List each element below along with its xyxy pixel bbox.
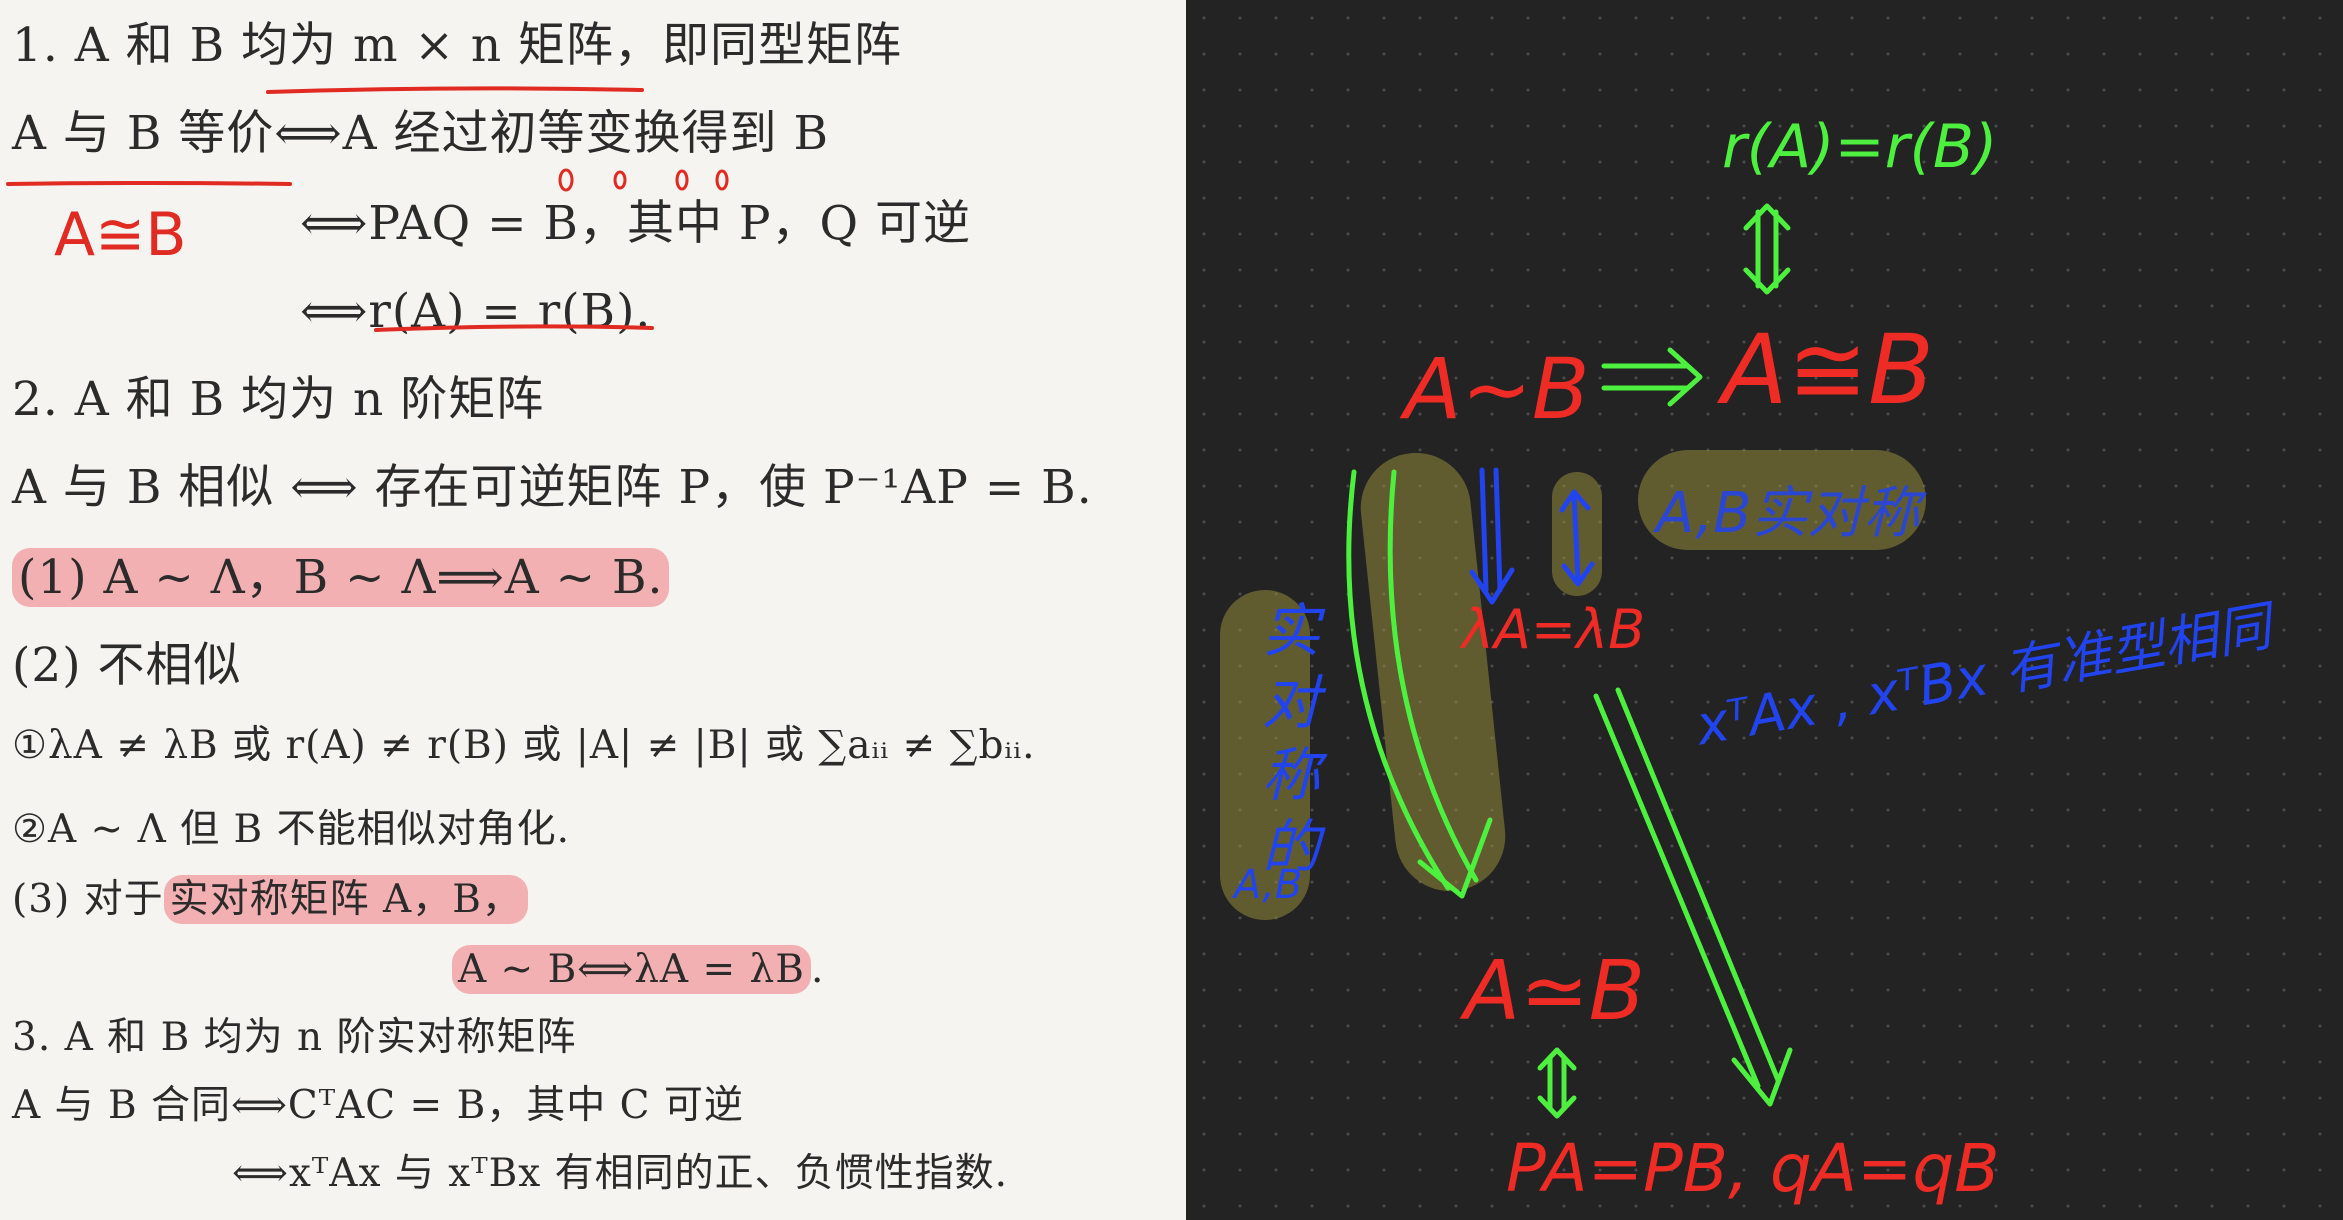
inertia-index-note: PA=PB, qA=qB bbox=[1506, 1130, 2000, 1207]
congruent-note: A≃B bbox=[1464, 944, 1646, 1039]
equivalent-note: A≅B bbox=[1722, 314, 1934, 426]
notes-canvas: r(A)=r(B) A∼B A≅B A,B实对称 λA=λB xᵀAx , xᵀ… bbox=[1186, 0, 2343, 1220]
similar-note: A∼B bbox=[1404, 340, 1590, 438]
eigenvalue-equality-note: λA=λB bbox=[1462, 598, 1646, 661]
ab-small-note: A,B bbox=[1234, 862, 1303, 908]
real-symmetric-ab-note: A,B实对称 bbox=[1656, 481, 1920, 546]
real-symmetric-vertical-note: 实对称的 bbox=[1252, 600, 1320, 888]
red-ink-marks bbox=[6, 86, 729, 332]
rank-equality-note: r(A)=r(B) bbox=[1722, 112, 1998, 182]
textbook-page: 1. A 和 B 均为 m × n 矩阵，即同型矩阵 A 与 B 等价⟺A 经过… bbox=[0, 0, 1186, 1220]
equivalence-symbol-annotation: A≅B bbox=[54, 200, 187, 270]
